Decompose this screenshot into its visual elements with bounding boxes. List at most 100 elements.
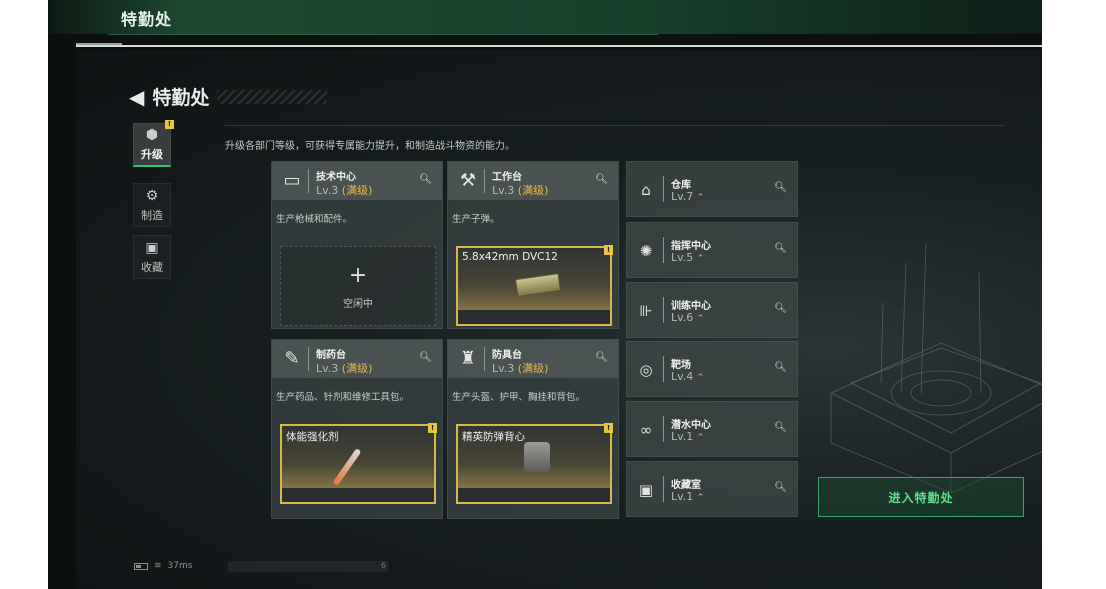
upgrade-arrow-icon: ⌃: [696, 314, 705, 324]
search-icon[interactable]: 🔍︎: [419, 352, 432, 363]
upgrade-icon: ⬢: [145, 127, 159, 143]
status-bar: ≋ 37ms: [134, 561, 192, 571]
facility-card-armor-bench[interactable]: ♜ 防具台 Lv.3 (满级) 🔍︎ 生产头盔、护甲、胸挂和背包。 精英防弹背心…: [447, 339, 619, 519]
card-divider: [308, 169, 309, 193]
room-divider: [663, 356, 664, 382]
search-icon[interactable]: 🔍︎: [419, 174, 432, 185]
facility-card-pharmacy[interactable]: ✎ 制药台 Lv.3 (满级) 🔍︎ 生产药品、针剂和维修工具包。 体能强化剂 …: [271, 339, 443, 519]
sidebar-item-label: 收藏: [141, 260, 163, 274]
room-item-shooting-range[interactable]: ◎ 靶场 Lv.4 ⌃ 🔍︎: [626, 341, 798, 397]
room-item-diving-center[interactable]: ∞ 潜水中心 Lv.1 ⌃ 🔍︎: [626, 401, 798, 457]
item-name: 精英防弹背心: [462, 431, 525, 443]
version-bar: 6: [228, 561, 388, 572]
room-divider: [663, 176, 664, 202]
facility-card-tech-center[interactable]: ▭ 技术中心 Lv.3 (满级) 🔍︎ 生产枪械和配件。 + 空闲中: [271, 161, 443, 329]
facility-level: Lv.3 (满级): [492, 362, 549, 375]
room-level: Lv.1 ⌃: [671, 430, 705, 443]
sidebar-item-upgrade[interactable]: ⬢ 升级 !: [133, 120, 174, 167]
facility-description: 生产头盔、护甲、胸挂和背包。: [452, 392, 586, 403]
search-icon[interactable]: 🔍︎: [774, 362, 787, 373]
syringe-image: [332, 448, 362, 486]
slot-footer: [458, 310, 610, 324]
item-name: 体能强化剂: [286, 431, 339, 443]
room-item-command-center[interactable]: ✺ 指挥中心 Lv.5 ⌃ 🔍︎: [626, 222, 798, 278]
section-divider: [225, 125, 1005, 126]
production-slot-idle[interactable]: + 空闲中: [280, 246, 436, 326]
diving-center-icon: ∞: [639, 421, 653, 439]
room-level: Lv.7 ⌃: [671, 190, 705, 203]
back-button[interactable]: ◀ 特勤处: [129, 83, 328, 110]
sidebar-item-collection[interactable]: ▣ 收藏: [133, 235, 171, 279]
training-center-icon: ⊪: [639, 302, 653, 320]
back-arrow-icon: ◀: [129, 84, 145, 109]
add-icon: +: [348, 263, 368, 288]
armor-vest-image: [524, 442, 550, 472]
room-name: 仓库: [671, 180, 691, 191]
blueprint-building-image: [830, 243, 1042, 493]
enter-special-ops-button[interactable]: 进入特勤处: [818, 477, 1024, 517]
room-level: Lv.6 ⌃: [671, 311, 705, 324]
room-divider: [663, 416, 664, 442]
facility-card-workbench[interactable]: ⚒ 工作台 Lv.3 (满级) 🔍︎ 生产子弹。 5.8x42mm DVC12 …: [447, 161, 619, 329]
top-header: 特勤处: [48, 0, 1042, 35]
sidebar-item-label: 制造: [141, 208, 163, 222]
workbench-icon: ⚒: [459, 170, 477, 191]
armor-bench-icon: ♜: [459, 348, 477, 369]
production-slot-item[interactable]: 体能强化剂 !: [280, 423, 437, 504]
card-divider: [308, 347, 309, 371]
game-window: 特勤处 ◀ 特勤处 ⬢ 升级 ! ⚙ 制造 ▣ 收藏 升级各部门等级，可获得专属…: [48, 0, 1042, 589]
storage-icon: ⌂: [641, 181, 651, 199]
room-level: Lv.4 ⌃: [671, 370, 705, 383]
search-icon[interactable]: 🔍︎: [774, 482, 787, 493]
slot-footer: [458, 488, 610, 502]
sidebar-item-craft[interactable]: ⚙ 制造: [133, 183, 171, 227]
slot-status: 空闲中: [343, 299, 373, 310]
search-icon[interactable]: 🔍︎: [774, 303, 787, 314]
slot-footer: [282, 488, 434, 502]
search-icon[interactable]: 🔍︎: [774, 182, 787, 193]
notification-badge: !: [604, 423, 613, 433]
card-divider: [484, 347, 485, 371]
room-item-storage[interactable]: ⌂ 仓库 Lv.7 ⌃ 🔍︎: [626, 161, 798, 217]
room-divider: [663, 237, 664, 263]
wifi-icon: ≋: [154, 561, 162, 571]
pharmacy-icon: ✎: [284, 348, 300, 369]
room-name: 靶场: [671, 360, 691, 371]
facility-name: 制药台: [316, 350, 346, 361]
upgrade-arrow-icon: ⌃: [696, 493, 705, 503]
facility-level: Lv.3 (满级): [316, 184, 373, 197]
room-item-collection-room[interactable]: ▣ 收藏室 Lv.1 ⌃ 🔍︎: [626, 461, 798, 517]
upgrade-arrow-icon: ⌃: [696, 193, 705, 203]
collection-room-icon: ▣: [638, 481, 654, 499]
craft-icon: ⚙: [145, 187, 159, 204]
section-description: 升级各部门等级，可获得专属能力提升，和制造战斗物资的能力。: [225, 141, 515, 152]
room-level: Lv.1 ⌃: [671, 490, 705, 503]
notification-badge: !: [428, 423, 437, 433]
room-name: 训练中心: [671, 301, 711, 312]
facility-level: Lv.3 (满级): [492, 184, 549, 197]
tech-center-icon: ▭: [283, 170, 301, 191]
room-divider: [663, 476, 664, 502]
facility-level: Lv.3 (满级): [316, 362, 373, 375]
notification-badge: !: [165, 120, 174, 129]
search-icon[interactable]: 🔍︎: [774, 422, 787, 433]
search-icon[interactable]: 🔍︎: [595, 352, 608, 363]
header-title: 特勤处: [121, 10, 173, 29]
room-level: Lv.5 ⌃: [671, 251, 705, 264]
room-divider: [663, 297, 664, 323]
upgrade-arrow-icon: ⌃: [696, 254, 705, 264]
ammo-box-image: [514, 273, 562, 297]
search-icon[interactable]: 🔍︎: [774, 243, 787, 254]
room-item-training-center[interactable]: ⊪ 训练中心 Lv.6 ⌃ 🔍︎: [626, 282, 798, 338]
page-title: 特勤处: [152, 87, 210, 109]
ping-value: 37ms: [167, 561, 193, 571]
production-slot-item[interactable]: 5.8x42mm DVC12 !: [456, 245, 613, 326]
search-icon[interactable]: 🔍︎: [595, 174, 608, 185]
command-center-icon: ✺: [639, 242, 653, 260]
notification-badge: !: [604, 245, 613, 255]
facility-name: 技术中心: [316, 172, 356, 183]
room-name: 潜水中心: [671, 420, 711, 431]
facility-description: 生产枪械和配件。: [276, 214, 353, 225]
title-hatch-decoration: [217, 89, 328, 104]
production-slot-item[interactable]: 精英防弹背心 !: [456, 423, 613, 504]
